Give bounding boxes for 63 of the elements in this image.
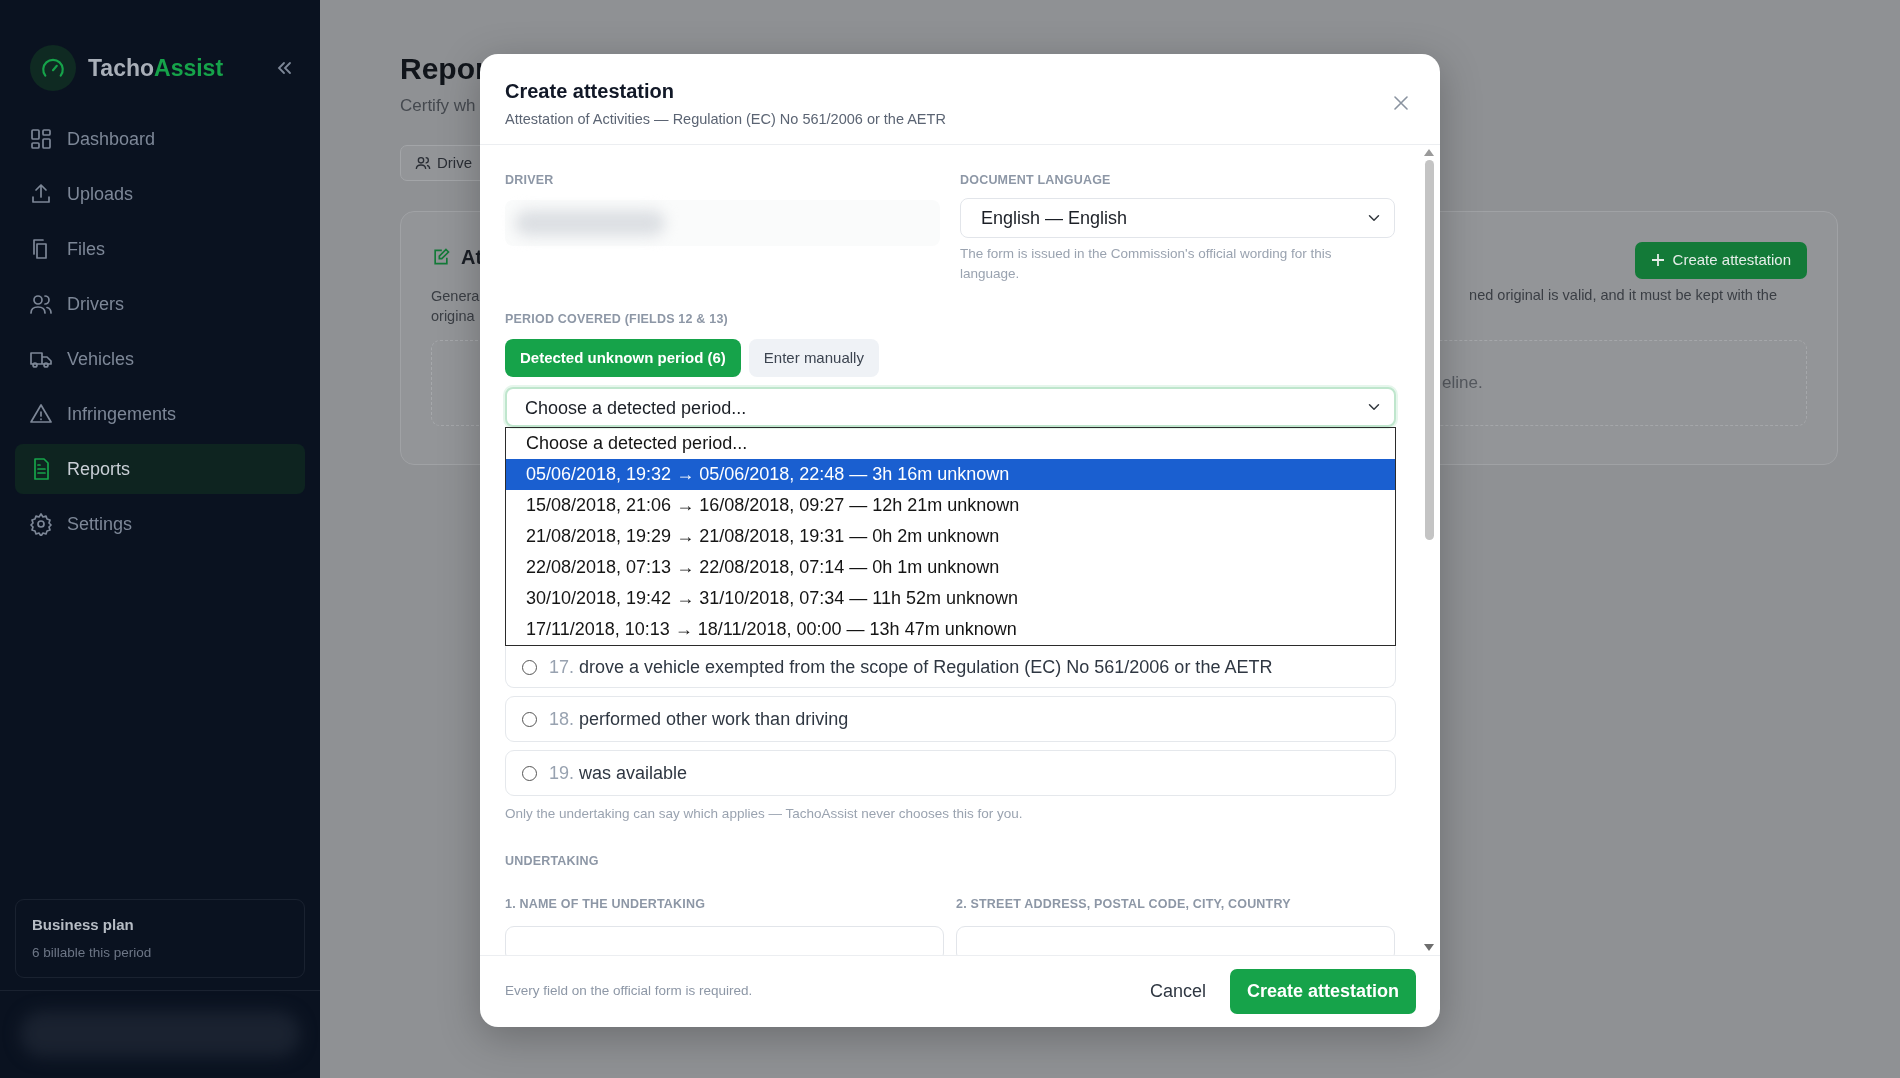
scroll-up-icon[interactable] bbox=[1424, 149, 1434, 156]
dialog-subtitle: Attestation of Activities — Regulation (EC) No 561/2006 or the AETR bbox=[505, 110, 946, 129]
sidebar-item[interactable]: Dashboard bbox=[15, 114, 305, 164]
reason-option[interactable]: 19. was available bbox=[505, 750, 1396, 796]
page-title: Repor bbox=[400, 51, 487, 87]
page-subtitle: Certify wh bbox=[400, 95, 476, 117]
field-label: DRIVER bbox=[505, 172, 555, 189]
sidebar-item[interactable]: Settings bbox=[15, 499, 305, 549]
dashboard-icon bbox=[29, 127, 53, 151]
footer-note: Every field on the official form is required. bbox=[505, 982, 754, 1001]
sidebar-item[interactable]: Drivers bbox=[15, 279, 305, 329]
scroll-thumb[interactable] bbox=[1424, 160, 1434, 540]
section-heading: UNDERTAKING bbox=[505, 853, 600, 870]
field-hint: The form is issued in the Commission's official wording for this language. bbox=[960, 244, 1333, 283]
empty-state-text: eline. bbox=[1442, 372, 1483, 395]
cancel-button[interactable]: Cancel bbox=[1133, 970, 1222, 1013]
sidebar-item[interactable]: Uploads bbox=[15, 169, 305, 219]
dropdown-option[interactable]: 17/11/2018, 10:13 → 18/11/2018, 00:00 — 13h 47m unknown bbox=[506, 614, 1395, 645]
dropdown-option[interactable]: Choose a detected period... bbox=[506, 428, 1395, 459]
reasons-note: Only the undertaking can say which applies — TachoAssist never chooses this for you. bbox=[505, 805, 1024, 823]
period-tab[interactable]: Enter manually bbox=[748, 338, 879, 377]
card-text: origina bbox=[431, 307, 476, 326]
edit-document-icon bbox=[431, 247, 451, 267]
collapse-icon[interactable] bbox=[276, 61, 292, 75]
dropdown-option[interactable]: 22/08/2018, 07:13 → 22/08/2018, 07:14 — 0h 1m unknown bbox=[506, 552, 1395, 583]
warning-icon bbox=[29, 402, 53, 426]
sidebar-item[interactable]: Reports bbox=[15, 444, 305, 494]
card-text: Genera bbox=[431, 287, 481, 306]
plan-detail: 6 billable this period bbox=[32, 943, 153, 962]
plan-title: Business plan bbox=[32, 915, 135, 936]
dialog-title: Create attestation bbox=[505, 79, 675, 104]
plus-icon bbox=[1650, 253, 1665, 268]
reason-text: 17. drove a vehicle exempted from the scope of Regulation (EC) No 561/2006 or the AETR bbox=[549, 655, 1273, 679]
reason-option[interactable]: 18. performed other work than driving bbox=[505, 696, 1396, 742]
dropdown-option[interactable]: 15/08/2018, 21:06 → 16/08/2018, 09:27 — 12h 21m unknown bbox=[506, 490, 1395, 521]
brand-logo-text: TachoAssist bbox=[88, 53, 224, 83]
reason-text: 19. was available bbox=[549, 761, 688, 785]
language-select[interactable]: English — English bbox=[960, 197, 1395, 238]
users-icon bbox=[415, 154, 431, 171]
dropdown-option[interactable]: 21/08/2018, 19:29 → 21/08/2018, 19:31 — 0h 2m unknown bbox=[506, 521, 1395, 552]
settings-icon bbox=[29, 512, 53, 536]
field-label: DOCUMENT LANGUAGE bbox=[960, 172, 1112, 189]
sidebar-item[interactable]: Files bbox=[15, 224, 305, 274]
create-attestation-button[interactable]: Create attestation bbox=[1634, 242, 1807, 279]
driver-field[interactable] bbox=[505, 199, 940, 246]
dropdown-option[interactable]: 30/10/2018, 19:42 → 31/10/2018, 07:34 — 11h 52m unknown bbox=[506, 583, 1395, 614]
card-description: ned original is valid, and it must be kept with the bbox=[1469, 285, 1778, 305]
sidebar-item[interactable]: Vehicles bbox=[15, 334, 305, 384]
scroll-down-icon[interactable] bbox=[1424, 944, 1434, 951]
input-field[interactable] bbox=[956, 925, 1395, 955]
dropdown-option[interactable]: 05/06/2018, 19:32 → 05/06/2018, 22:48 — 3h 16m unknown bbox=[506, 459, 1395, 490]
upload-icon bbox=[29, 182, 53, 206]
gauge-icon bbox=[30, 45, 76, 91]
input-field[interactable] bbox=[505, 925, 944, 955]
sidebar-item[interactable]: Infringements bbox=[15, 389, 305, 439]
field-label: 1. NAME OF THE UNDERTAKING bbox=[505, 895, 707, 913]
field-label: 2. STREET ADDRESS, POSTAL CODE, CITY, COUNTRY bbox=[956, 895, 1292, 913]
period-select[interactable]: Choose a detected period... bbox=[505, 387, 1396, 427]
field-label: PERIOD COVERED (FIELDS 12 & 13) bbox=[505, 310, 729, 328]
close-icon bbox=[1394, 95, 1408, 110]
users-icon bbox=[29, 292, 53, 316]
reason-option[interactable]: 17. drove a vehicle exempted from the scope of Regulation (EC) No 561/2006 or the AETR bbox=[505, 646, 1396, 688]
reason-text: 18. performed other work than driving bbox=[549, 707, 849, 731]
